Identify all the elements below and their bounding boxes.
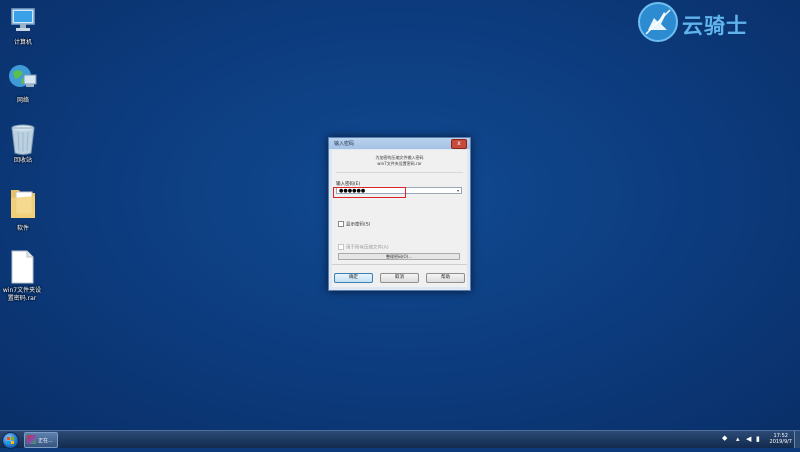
taskbar-app-label: 正在... xyxy=(38,438,53,444)
organize-passwords-button[interactable]: 整理密码(O)... xyxy=(338,253,460,260)
start-button[interactable] xyxy=(2,432,19,449)
organize-passwords-label: 整理密码(O)... xyxy=(385,254,413,259)
network-tray-icon[interactable]: ▮ xyxy=(756,435,760,443)
desktop-icon-label: win7文件夹设置密码.rar xyxy=(2,287,42,302)
ok-label: 确定 xyxy=(349,275,358,280)
desktop-icon-folder[interactable]: 软件 xyxy=(0,184,46,233)
network-globe-icon xyxy=(7,62,39,94)
archive-name: win7文件夹设置密码.rar xyxy=(377,161,422,166)
desktop-icon-label: 网络 xyxy=(16,97,29,104)
divider xyxy=(332,264,467,265)
desktop-icon-network[interactable]: 网络 xyxy=(0,62,46,105)
close-button[interactable]: x xyxy=(451,139,467,149)
dialog-titlebar[interactable]: 输入密码 x xyxy=(329,138,470,149)
winrar-icon xyxy=(27,435,36,444)
password-value: ●●●●●● xyxy=(339,188,366,194)
taskbar-app-winrar[interactable]: 正在... xyxy=(24,432,58,448)
desktop-icon-computer[interactable]: 计算机 xyxy=(0,4,46,47)
folder-icon xyxy=(7,184,39,222)
clock[interactable]: 17:52 2019/9/7 xyxy=(770,433,792,445)
password-dialog: 输入密码 x 为加密的压缩文件输入密码 win7文件夹设置密码.rar 输入密码… xyxy=(328,137,471,291)
recycle-bin-icon xyxy=(7,122,39,155)
checkbox-box[interactable] xyxy=(338,244,344,250)
checkbox-box[interactable] xyxy=(338,221,344,227)
windows-logo-icon xyxy=(7,437,14,444)
clock-date: 2019/9/7 xyxy=(769,439,792,445)
cancel-label: 取消 xyxy=(395,275,404,280)
tray-arrow-icon[interactable]: ▴ xyxy=(736,435,740,443)
show-password-checkbox[interactable]: 显示密码(S) xyxy=(338,221,370,228)
password-input[interactable]: ●●●●●● ▾ xyxy=(336,187,462,194)
knight-logo-icon xyxy=(638,2,678,42)
rar-file-icon xyxy=(6,250,38,284)
show-password-label: 显示密码(S) xyxy=(346,222,371,228)
desktop-icon-recycle-bin[interactable]: 回收站 xyxy=(0,122,46,165)
help-label: 帮助 xyxy=(441,275,450,280)
desktop-icon-label: 软件 xyxy=(16,225,29,232)
speaker-icon[interactable]: ◀ xyxy=(746,435,751,443)
use-for-all-checkbox[interactable]: 用于所有压缩文件(A) xyxy=(338,244,389,251)
desktop-icon-rar-file[interactable]: win7文件夹设置密码.rar xyxy=(0,250,44,303)
dialog-body: 为加密的压缩文件输入密码 win7文件夹设置密码.rar 输入密码(E) ●●●… xyxy=(332,150,467,287)
computer-icon xyxy=(7,4,39,36)
ok-button[interactable]: 确定 xyxy=(334,273,373,283)
logo-text: 云骑士 xyxy=(682,14,748,38)
show-desktop-button[interactable] xyxy=(794,431,800,448)
desktop: 计算机 网络 回收站 软件 win7文件夹设置密码.rar 云骑士 输入密码 x… xyxy=(0,0,800,430)
use-for-all-label: 用于所有压缩文件(A) xyxy=(346,245,389,251)
brand-logo: 云骑士 xyxy=(638,2,778,46)
chevron-down-icon[interactable]: ▾ xyxy=(457,188,459,194)
divider xyxy=(336,172,463,173)
desktop-icon-label: 回收站 xyxy=(13,157,32,164)
dialog-title: 输入密码 xyxy=(334,141,355,147)
close-icon: x xyxy=(457,140,461,147)
tray-app-icon[interactable]: ◆ xyxy=(722,434,727,442)
desktop-icon-label: 计算机 xyxy=(13,39,32,46)
taskbar: 正在... ◆ ▴ ◀ ▮ 17:52 2019/9/7 xyxy=(0,430,800,449)
help-button[interactable]: 帮助 xyxy=(426,273,465,283)
cancel-button[interactable]: 取消 xyxy=(380,273,419,283)
